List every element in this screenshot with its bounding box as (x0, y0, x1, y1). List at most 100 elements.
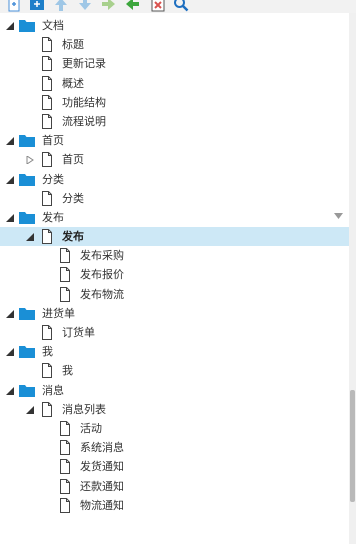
tree-page-row[interactable]: 流程说明 (0, 112, 349, 131)
folder-icon (19, 306, 35, 321)
page-icon (39, 401, 55, 417)
delete-icon[interactable] (150, 0, 166, 12)
tree-page-row[interactable]: 更新记录 (0, 54, 349, 73)
tree-page-row[interactable]: 系统消息 (0, 438, 349, 457)
folder-icon (19, 383, 35, 398)
folder-icon (19, 344, 35, 359)
tree-node-label: 发布报价 (80, 268, 124, 282)
tree-node-label: 发布物流 (80, 287, 124, 301)
tree-node-label: 标题 (62, 38, 84, 52)
move-up-icon[interactable] (53, 0, 69, 12)
tree-page-row[interactable]: 首页 (0, 150, 349, 169)
tree-node-label: 进货单 (42, 306, 75, 320)
tree-node-label: 发布采购 (80, 249, 124, 263)
expand-triangle-icon[interactable] (6, 213, 14, 222)
tree-node-label: 消息 (42, 383, 64, 397)
expand-triangle-icon[interactable] (6, 348, 14, 357)
tree-page-row[interactable]: 标题 (0, 35, 349, 54)
tree-node-label: 还款通知 (80, 479, 124, 493)
page-icon (39, 363, 55, 379)
tree-folder-row[interactable]: 分类 (0, 170, 349, 189)
page-icon (57, 248, 73, 264)
tree-node-label: 发布 (42, 210, 64, 224)
page-tree: 文档 标题 更新记录 概述 功能结构 流程说明 首页 首页 分类 分类 发布 发布 发布采购 发布报价 发布… (0, 16, 349, 515)
page-icon (39, 94, 55, 110)
tree-node-label: 订货单 (62, 326, 95, 339)
toolbar (0, 0, 356, 13)
page-icon (57, 420, 73, 436)
tree-page-row[interactable]: 订货单 (0, 323, 349, 342)
tree-folder-row[interactable]: 发布 (0, 208, 349, 227)
page-icon (39, 152, 55, 168)
tree-node-label: 我 (42, 345, 53, 359)
tree-folder-row[interactable]: 进货单 (0, 304, 349, 323)
tree-page-row[interactable]: 活动 (0, 419, 349, 438)
tree-node-label: 发布 (62, 230, 84, 244)
page-icon (57, 497, 73, 513)
tree-page-row[interactable]: 发布 (0, 227, 349, 247)
new-folder-icon[interactable] (29, 0, 45, 12)
page-tree-panel: 文档 标题 更新记录 概述 功能结构 流程说明 首页 首页 分类 分类 发布 发布 发布采购 发布报价 发布… (0, 0, 356, 544)
folder-icon (19, 133, 35, 148)
page-icon (39, 190, 55, 206)
tree-node-label: 系统消息 (80, 441, 124, 455)
tree-page-row[interactable]: 发布物流 (0, 285, 349, 304)
expand-triangle-icon[interactable] (6, 309, 14, 318)
outdent-icon[interactable] (124, 0, 140, 12)
page-icon (39, 37, 55, 53)
tree-page-row[interactable]: 消息列表 (0, 400, 349, 419)
tree-node-label: 首页 (62, 153, 84, 167)
tree-page-row[interactable]: 功能结构 (0, 93, 349, 112)
expand-triangle-icon[interactable] (6, 22, 14, 30)
tree-page-row[interactable]: 发布采购 (0, 246, 349, 265)
folder-icon (19, 18, 35, 33)
search-icon[interactable] (173, 0, 189, 12)
expand-triangle-icon[interactable] (6, 175, 14, 184)
expand-triangle-icon[interactable] (26, 405, 34, 414)
tree-node-label: 更新记录 (62, 57, 106, 71)
folder-icon (19, 172, 35, 187)
tree-page-row[interactable]: 发布报价 (0, 265, 349, 284)
tree-node-label: 功能结构 (62, 95, 106, 109)
tree-node-label: 流程说明 (62, 114, 106, 128)
tree-page-row[interactable]: 分类 (0, 189, 349, 208)
tree-folder-row[interactable]: 文档 (0, 16, 349, 35)
tree-page-row[interactable]: 还款通知 (0, 477, 349, 496)
expand-triangle-icon[interactable] (26, 233, 34, 242)
tree-page-row[interactable]: 概述 (0, 74, 349, 93)
page-icon (57, 267, 73, 283)
page-icon (39, 75, 55, 91)
page-icon (39, 229, 55, 245)
move-down-icon[interactable] (77, 0, 93, 12)
expand-triangle-icon[interactable] (6, 137, 14, 146)
tree-node-label: 物流通知 (80, 498, 124, 512)
tree-node-label: 活动 (80, 421, 102, 435)
tree-node-label: 文档 (42, 19, 64, 32)
dropdown-arrow-icon[interactable] (334, 213, 343, 219)
tree-node-label: 首页 (42, 134, 64, 148)
scrollbar-thumb[interactable] (350, 390, 355, 502)
page-icon (57, 286, 73, 302)
tree-folder-row[interactable]: 消息 (0, 381, 349, 400)
folder-icon (19, 210, 35, 225)
tree-node-label: 消息列表 (62, 402, 106, 416)
page-icon (57, 478, 73, 494)
page-icon (57, 459, 73, 475)
indent-icon[interactable] (101, 0, 117, 12)
collapse-triangle-icon[interactable] (26, 156, 34, 165)
tree-page-row[interactable]: 物流通知 (0, 496, 349, 515)
page-icon (57, 440, 73, 456)
tree-node-label: 概述 (62, 76, 84, 90)
tree-node-label: 发货通知 (80, 460, 124, 474)
new-file-icon[interactable] (6, 0, 22, 12)
page-icon (39, 56, 55, 72)
vertical-scrollbar[interactable] (349, 13, 356, 544)
tree-folder-row[interactable]: 我 (0, 342, 349, 361)
tree-node-label: 分类 (62, 191, 84, 205)
page-icon (39, 113, 55, 129)
tree-folder-row[interactable]: 首页 (0, 131, 349, 150)
tree-page-row[interactable]: 发货通知 (0, 457, 349, 476)
page-icon (39, 325, 55, 340)
expand-triangle-icon[interactable] (6, 386, 14, 395)
tree-page-row[interactable]: 我 (0, 361, 349, 380)
